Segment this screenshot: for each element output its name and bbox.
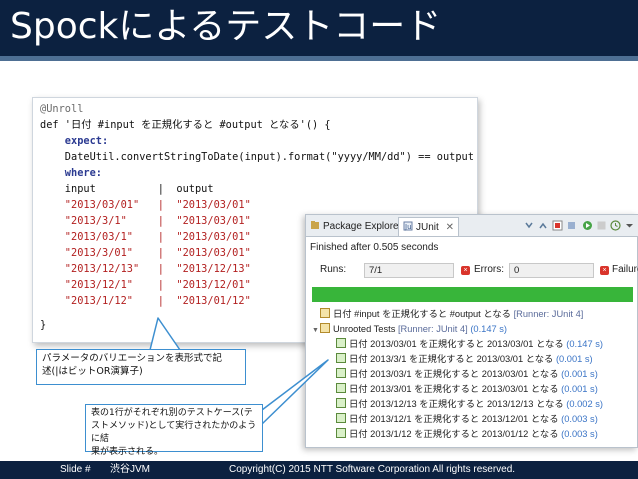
expand-arrow-icon[interactable]: ▼: [312, 324, 320, 337]
tree-item-time: (0.003 s): [561, 429, 598, 439]
tree-item-time: (0.001 s): [561, 384, 598, 394]
tree-item-runner: [Runner: JUnit 4]: [397, 324, 468, 334]
error-icon: ×: [461, 266, 470, 275]
code-line: def '日付 #input を正規化すると #output となる'() {: [40, 119, 331, 131]
title-bar: Spockによるテストコード: [0, 0, 638, 56]
test-progress-bar: [312, 287, 633, 302]
runs-label: Runs:: [320, 264, 347, 275]
tree-item-time: (0.001 s): [561, 369, 598, 379]
callout-line: パラメータのバリエーションを表形式で記: [42, 353, 223, 364]
tree-item-suite[interactable]: 日付 #input を正規化すると #output となる [Runner: J…: [312, 308, 583, 321]
code-line: @Unroll: [40, 103, 84, 115]
tree-item-time: (0.002 s): [566, 399, 603, 409]
tree-item-test[interactable]: 日付 2013/3/01 を正規化すると 2013/03/01 となる (0.0…: [336, 383, 598, 396]
code-line: "2013/03/01" | "2013/03/01": [40, 199, 251, 211]
test-passed-icon: [336, 398, 346, 408]
tree-item-label: 日付 2013/03/1 を正規化すると 2013/03/01 となる: [349, 369, 559, 379]
tree-item-test[interactable]: 日付 2013/03/01 を正規化すると 2013/03/01 となる (0.…: [336, 338, 603, 351]
tree-item-label: 日付 2013/03/01 を正規化すると 2013/03/01 となる: [349, 339, 564, 349]
callout-line: ストメソッド)として実行されたかのように結: [91, 421, 257, 444]
test-passed-icon: [336, 338, 346, 348]
code-line: "2013/12/1" | "2013/12/01": [40, 279, 251, 291]
tree-item-time: (0.147 s): [566, 339, 603, 349]
tree-item-label: 日付 2013/3/01 を正規化すると 2013/03/01 となる: [349, 384, 559, 394]
errors-value: 0: [509, 263, 594, 278]
runs-value: 7/1: [364, 263, 454, 278]
test-passed-icon: [336, 413, 346, 423]
code-line: where:: [40, 167, 102, 179]
code-line: }: [40, 319, 47, 331]
tree-item-label: 日付 #input を正規化すると #output となる: [333, 309, 511, 319]
callout-line: 述(|はビットOR演算子): [42, 366, 143, 377]
tree-item-test[interactable]: 日付 2013/1/12 を正規化すると 2013/01/12 となる (0.0…: [336, 428, 598, 441]
callout-line: 果が表示される。: [91, 447, 164, 457]
suite-icon: [320, 308, 330, 318]
callout-line: 表の1行がそれぞれ別のテストケース(テ: [91, 408, 253, 418]
tree-item-test[interactable]: 日付 2013/12/13 を正規化すると 2013/12/13 となる (0.…: [336, 398, 603, 411]
tree-item-unrooted[interactable]: ▼ Unrooted Tests [Runner: JUnit 4] (0.147…: [312, 323, 507, 337]
copyright-text: Copyright(C) 2015 NTT Software Corporati…: [229, 464, 516, 475]
callout-test-cases: 表の1行がそれぞれ別のテストケース(テ ストメソッド)として実行されたかのように…: [85, 404, 263, 457]
tree-item-test[interactable]: 日付 2013/3/1 を正規化すると 2013/03/01 となる (0.00…: [336, 353, 593, 366]
title-divider: [0, 56, 638, 61]
code-line: "2013/1/12" | "2013/01/12": [40, 295, 251, 307]
suite-icon: [320, 323, 330, 333]
code-line: input | output: [40, 183, 214, 195]
tree-item-time: (0.147 s): [470, 324, 508, 334]
run-status: Finished after 0.505 seconds: [310, 242, 439, 253]
code-line: DateUtil.convertStringToDate(input).form…: [40, 151, 474, 163]
code-line: expect:: [40, 135, 109, 147]
tree-item-label: 日付 2013/1/12 を正規化すると 2013/01/12 となる: [349, 429, 559, 439]
tab-label: JUnit: [416, 222, 439, 233]
tab-label: Package Explorer: [323, 221, 402, 232]
history-icon[interactable]: [610, 220, 621, 231]
failures-label: Failures: [612, 264, 638, 275]
previous-failure-icon[interactable]: [538, 220, 549, 231]
failure-icon: ×: [600, 266, 609, 275]
tab-junit[interactable]: Ju JUnit ✕: [398, 217, 459, 236]
test-passed-icon: [336, 383, 346, 393]
errors-label: Errors:: [474, 264, 504, 275]
tree-item-time: (0.001 s): [555, 354, 593, 364]
code-line: "2013/12/13" | "2013/12/13": [40, 263, 251, 275]
package-explorer-icon: [311, 221, 319, 229]
scroll-lock-icon[interactable]: [566, 220, 577, 231]
callout-table-format: パラメータのバリエーションを表形式で記 述(|はビットOR演算子): [36, 349, 246, 385]
tree-item-label: 日付 2013/12/13 を正規化すると 2013/12/13 となる: [349, 399, 564, 409]
tree-item-label: 日付 2013/12/1 を正規化すると 2013/12/01 となる: [349, 414, 559, 424]
tree-item-time: (0.003 s): [561, 414, 598, 424]
tree-item-test[interactable]: 日付 2013/12/1 を正規化すると 2013/12/01 となる (0.0…: [336, 413, 598, 426]
tree-item-test[interactable]: 日付 2013/03/1 を正規化すると 2013/03/01 となる (0.0…: [336, 368, 598, 381]
show-failures-only-icon[interactable]: [552, 220, 563, 231]
tree-item-label: Unrooted Tests: [333, 324, 396, 334]
view-menu-icon[interactable]: [624, 220, 635, 231]
next-failure-icon[interactable]: [524, 220, 535, 231]
test-passed-icon: [336, 353, 346, 363]
test-passed-icon: [336, 368, 346, 378]
rerun-icon[interactable]: [582, 220, 593, 231]
counters-bar: Runs: 7/1 × Errors: 0 × Failures: [306, 261, 638, 281]
event-name: 渋谷JVM: [110, 464, 150, 475]
test-passed-icon: [336, 428, 346, 438]
view-tab-bar: Package Explorer Ju JUnit ✕: [306, 215, 638, 237]
tree-item-runner: [Runner: JUnit 4]: [513, 309, 584, 319]
svg-text:Ju: Ju: [404, 223, 412, 231]
code-line: "2013/03/1" | "2013/03/01": [40, 231, 251, 243]
slide-title: Spockによるテストコード: [10, 6, 442, 47]
slide-footer: Slide # 渋谷JVM Copyright(C) 2015 NTT Soft…: [0, 461, 638, 479]
stop-icon[interactable]: [596, 220, 607, 231]
code-line: "2013/3/1" | "2013/03/01": [40, 215, 251, 227]
code-line: "2013/3/01" | "2013/03/01": [40, 247, 251, 259]
junit-icon: Ju: [403, 221, 413, 231]
junit-panel: Package Explorer Ju JUnit ✕ Finished afte…: [305, 214, 638, 448]
slide-number-label: Slide #: [60, 464, 91, 475]
tab-package-explorer[interactable]: Package Explorer: [310, 217, 402, 236]
close-icon[interactable]: ✕: [446, 222, 454, 233]
tree-item-label: 日付 2013/3/1 を正規化すると 2013/03/01 となる: [349, 354, 554, 364]
